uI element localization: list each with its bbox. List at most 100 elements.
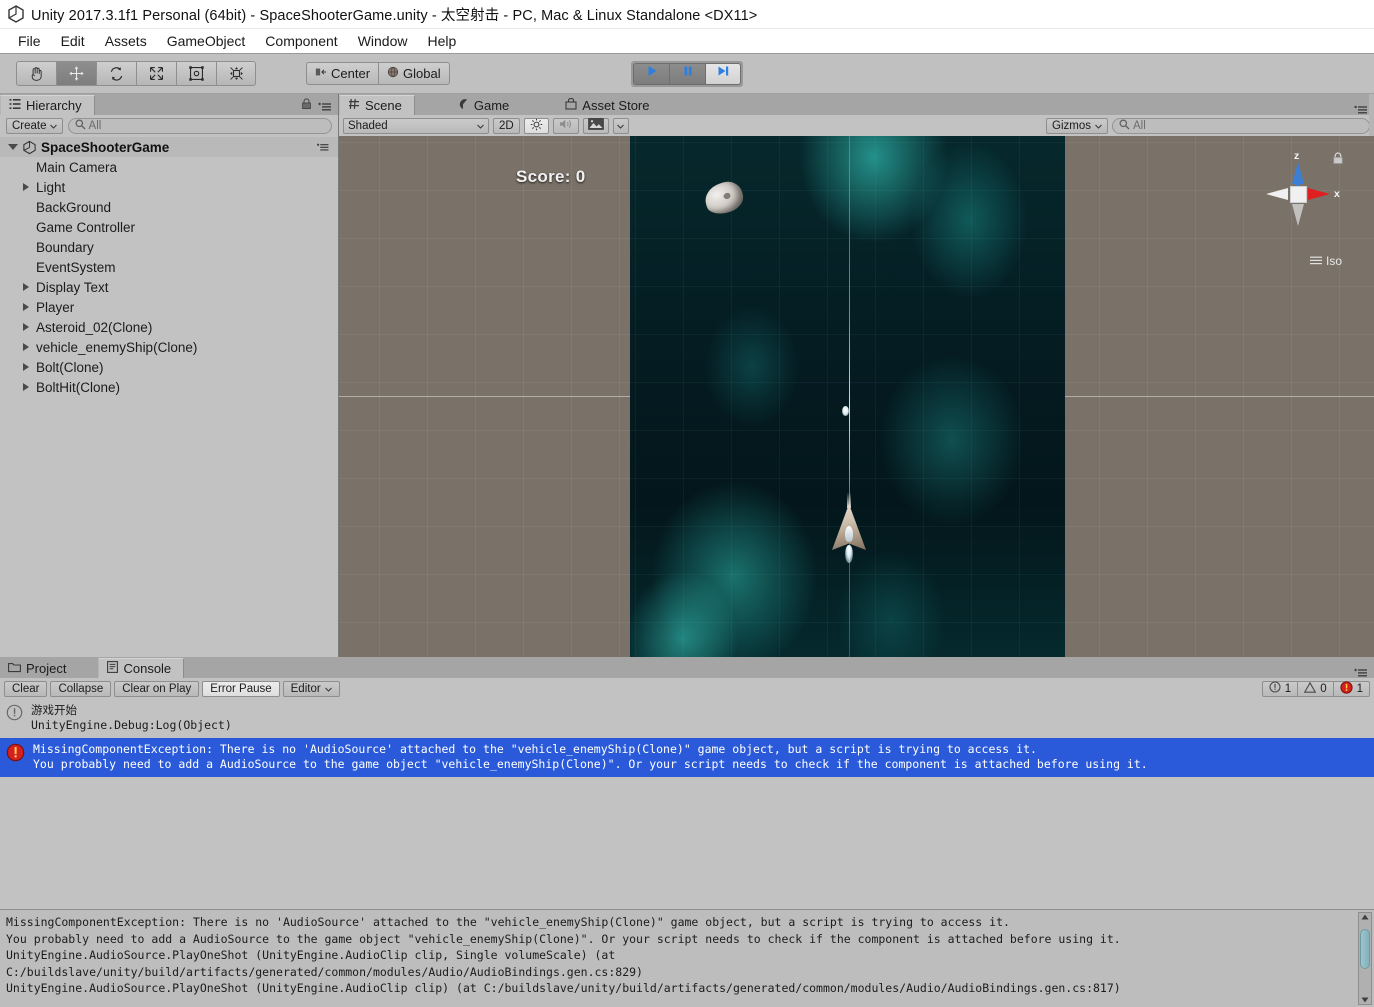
play-button[interactable]	[633, 62, 669, 85]
gizmos-dropdown-button[interactable]: Gizmos	[1046, 117, 1108, 134]
chevron-right-icon[interactable]	[23, 383, 29, 391]
scene-orientation-gizmo[interactable]: z x	[1256, 150, 1340, 236]
clear-button[interactable]: Clear	[4, 680, 48, 697]
scroll-down-icon[interactable]	[1361, 997, 1369, 1003]
bolt-sprite[interactable]	[842, 406, 849, 416]
tab-hierarchy[interactable]: Hierarchy	[0, 95, 95, 115]
chevron-right-icon[interactable]	[23, 183, 29, 191]
effects-dropdown-button[interactable]	[612, 117, 629, 134]
menu-component[interactable]: Component	[255, 31, 347, 51]
rotate-tool-button[interactable]	[96, 61, 136, 86]
console-toolbar: Clear Collapse Clear on Play Error Pause…	[0, 678, 1374, 699]
hand-tool-button[interactable]	[16, 61, 56, 86]
chevron-right-icon[interactable]	[23, 343, 29, 351]
error-counter[interactable]: 1	[1332, 680, 1370, 697]
chevron-down-icon[interactable]	[8, 144, 18, 150]
options-menu-icon[interactable]	[318, 101, 332, 112]
info-count: 1	[1284, 682, 1292, 695]
tab-asset-store-label: Asset Store	[582, 97, 650, 113]
menu-gameobject[interactable]: GameObject	[157, 31, 256, 51]
chevron-right-icon[interactable]	[23, 323, 29, 331]
camera-lock-icon[interactable]	[1332, 152, 1344, 170]
options-menu-icon[interactable]	[1354, 104, 1368, 115]
hierarchy-scene-root[interactable]: SpaceShooterGame	[0, 137, 338, 157]
pause-icon	[681, 64, 695, 83]
hierarchy-item[interactable]: EventSystem	[0, 257, 338, 277]
log-entry-text: 游戏开始 UnityEngine.Debug:Log(Object)	[31, 703, 232, 733]
hierarchy-tree[interactable]: SpaceShooterGame Main Camera Light BackGro…	[0, 94, 1374, 657]
pause-button[interactable]	[669, 62, 705, 85]
toggle-2d-button[interactable]: 2D	[493, 117, 520, 134]
tab-game[interactable]: Game	[448, 95, 522, 115]
error-pause-button[interactable]: Error Pause	[202, 680, 280, 697]
hierarchy-item-label: Asteroid_02(Clone)	[36, 319, 153, 335]
hierarchy-item[interactable]: Light	[0, 177, 338, 197]
transform-tool-button[interactable]	[216, 61, 256, 86]
stack-trace-scrollbar[interactable]	[1358, 912, 1372, 1005]
space-mode-button[interactable]: Global	[378, 62, 450, 85]
hierarchy-item[interactable]: vehicle_enemyShip(Clone)	[0, 337, 338, 357]
move-tool-button[interactable]	[56, 61, 96, 86]
scene-viewport[interactable]: Score: 0 z x Iso	[339, 136, 1374, 657]
hierarchy-item[interactable]: Display Text	[0, 277, 338, 297]
options-menu-icon[interactable]	[1354, 667, 1368, 678]
console-stack-trace-panel[interactable]: MissingComponentException: There is no '…	[0, 909, 1374, 1007]
tab-asset-store[interactable]: Asset Store	[557, 95, 662, 115]
hierarchy-item[interactable]: Boundary	[0, 237, 338, 257]
warning-counter[interactable]: 0	[1297, 680, 1333, 697]
rotate-icon	[108, 65, 125, 82]
options-menu-icon[interactable]	[316, 142, 330, 152]
tab-console[interactable]: Console	[98, 658, 185, 678]
space-mode-label: Global	[403, 66, 441, 81]
tab-project[interactable]: Project	[0, 658, 79, 678]
menu-edit[interactable]: Edit	[51, 31, 95, 51]
stack-trace-text[interactable]: MissingComponentException: There is no '…	[0, 910, 1374, 1001]
asset-store-icon	[565, 97, 577, 113]
rect-tool-button[interactable]	[176, 61, 216, 86]
menu-file[interactable]: File	[8, 31, 51, 51]
menu-window[interactable]: Window	[348, 31, 418, 51]
step-button[interactable]	[705, 62, 741, 85]
chevron-right-icon[interactable]	[23, 283, 29, 291]
chevron-right-icon[interactable]	[23, 363, 29, 371]
console-log-list[interactable]: 游戏开始 UnityEngine.Debug:Log(Object) Missi…	[0, 699, 1374, 909]
draw-mode-dropdown[interactable]: Shaded	[343, 117, 489, 134]
hierarchy-scene-root-label: SpaceShooterGame	[41, 139, 170, 155]
hierarchy-search-input[interactable]: All	[67, 117, 332, 134]
info-counter[interactable]: 1	[1261, 680, 1298, 697]
menu-help[interactable]: Help	[417, 31, 466, 51]
hierarchy-item[interactable]: Game Controller	[0, 217, 338, 237]
hierarchy-item[interactable]: Bolt(Clone)	[0, 357, 338, 377]
scale-tool-button[interactable]	[136, 61, 176, 86]
hierarchy-item[interactable]: Player	[0, 297, 338, 317]
hierarchy-item-label: Light	[36, 179, 66, 195]
hierarchy-item[interactable]: Main Camera	[0, 157, 338, 177]
hierarchy-item[interactable]: BoltHit(Clone)	[0, 377, 338, 397]
menu-assets[interactable]: Assets	[95, 31, 157, 51]
log-entry-error[interactable]: MissingComponentException: There is no '…	[0, 738, 1374, 777]
gizmos-search-input[interactable]: All	[1112, 117, 1370, 134]
stack-trace-scroll-thumb[interactable]	[1360, 929, 1370, 969]
sun-icon	[530, 118, 543, 134]
scene-projection-toggle[interactable]: Iso	[1309, 254, 1342, 268]
tab-scene[interactable]: Scene	[339, 95, 415, 115]
gizmo-center-cube[interactable]	[1290, 186, 1307, 203]
player-ship-sprite[interactable]	[826, 492, 872, 563]
editor-dropdown-button[interactable]: Editor	[282, 680, 340, 697]
audio-icon	[559, 118, 573, 133]
hierarchy-item[interactable]: Asteroid_02(Clone)	[0, 317, 338, 337]
pivot-mode-button[interactable]: Center	[306, 62, 379, 85]
collapse-button[interactable]: Collapse	[50, 680, 112, 697]
log-entry-info[interactable]: 游戏开始 UnityEngine.Debug:Log(Object)	[0, 699, 1374, 738]
hierarchy-item[interactable]: BackGround	[0, 197, 338, 217]
clear-on-play-button[interactable]: Clear on Play	[114, 680, 200, 697]
chevron-right-icon[interactable]	[23, 303, 29, 311]
lock-icon[interactable]	[301, 97, 312, 115]
toggle-audio-button[interactable]	[552, 117, 579, 134]
console-tab-row: Project Console	[0, 657, 1374, 678]
toggle-effects-button[interactable]	[582, 117, 609, 134]
hierarchy-item-label: BackGround	[36, 199, 112, 215]
create-button[interactable]: Create	[6, 117, 63, 134]
scroll-up-icon[interactable]	[1361, 914, 1369, 920]
toggle-lighting-button[interactable]	[523, 117, 549, 134]
